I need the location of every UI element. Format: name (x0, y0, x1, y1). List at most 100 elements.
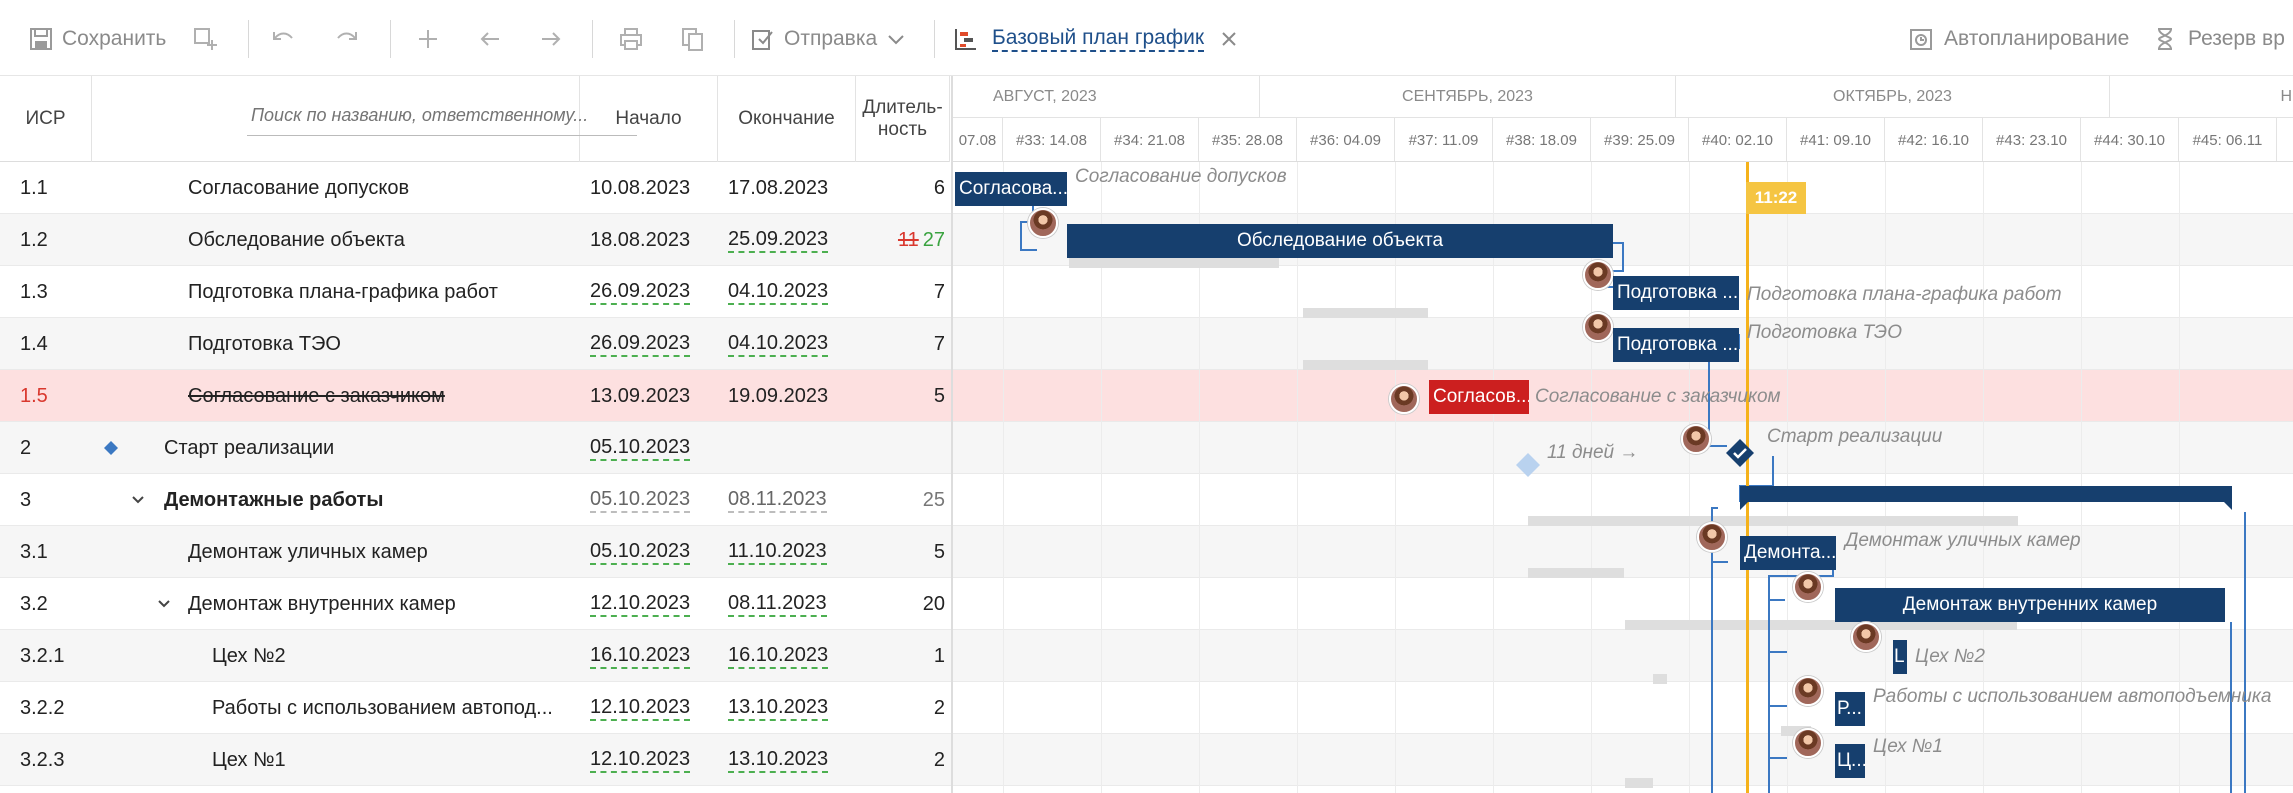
duration-cell[interactable]: 2 (855, 682, 945, 734)
end-date[interactable]: 08.11.2023 (728, 578, 853, 630)
end-date[interactable]: 16.10.2023 (728, 630, 853, 682)
duration-cell[interactable]: 7 (855, 266, 945, 318)
end-date-value: 04.10.2023 (728, 279, 829, 305)
start-date[interactable]: 05.10.2023 (590, 474, 715, 526)
task-bar-label: Цех №2 (1915, 646, 1985, 667)
avatar[interactable] (1793, 572, 1823, 602)
start-date[interactable]: 05.10.2023 (590, 422, 715, 474)
avatar[interactable] (1697, 522, 1727, 552)
task-name[interactable]: Обследование объекта (188, 214, 578, 266)
column-header-wbs[interactable]: ИСР (0, 76, 92, 162)
task-name[interactable]: Согласование с заказчиком (188, 370, 578, 422)
duration-cell[interactable]: 2 (855, 734, 945, 786)
task-bar[interactable]: Подготовка ... (1613, 276, 1739, 310)
send-dropdown[interactable]: Отправка (750, 22, 909, 56)
task-bar[interactable]: Согласова... (955, 172, 1067, 206)
end-date[interactable]: 11.10.2023 (728, 526, 853, 578)
end-date[interactable]: 04.10.2023 (728, 266, 853, 318)
task-name[interactable]: Цех №1 (212, 734, 578, 786)
task-name[interactable]: Работы с использованием автопод... (212, 682, 578, 734)
print-button[interactable] (618, 22, 644, 56)
end-date[interactable]: 13.10.2023 (728, 682, 853, 734)
task-bar[interactable]: Согласов... (1429, 380, 1529, 414)
reserve-button[interactable]: Резерв вр (2152, 22, 2285, 56)
outdent-button[interactable] (477, 22, 503, 56)
avatar[interactable] (1793, 676, 1823, 706)
avatar[interactable] (1681, 424, 1711, 454)
end-date[interactable]: 25.09.2023 (728, 214, 853, 266)
end-date[interactable]: 17.08.2023 (728, 162, 853, 214)
save-button[interactable]: Сохранить (28, 22, 166, 56)
avatar[interactable] (1793, 728, 1823, 758)
task-bar[interactable]: Подготовка ... (1613, 328, 1739, 362)
add-subtask-button[interactable] (192, 22, 218, 56)
end-date[interactable]: 08.11.2023 (728, 474, 853, 526)
task-bar-label: Согласование с заказчиком (1535, 386, 1781, 407)
autoplan-button[interactable]: Автопланирование (1908, 22, 2129, 56)
gantt-chart: 11:22 Согласова... Согласование допусков… (951, 162, 2293, 793)
task-name[interactable]: Цех №2 (212, 630, 578, 682)
chevron-down-icon[interactable] (156, 578, 180, 630)
avatar[interactable] (1389, 384, 1419, 414)
duration-cell[interactable] (855, 422, 945, 474)
task-name[interactable]: Демонтаж уличных камер (188, 526, 578, 578)
task-bar[interactable]: Р... (1835, 692, 1865, 726)
duration-cell[interactable]: 11 27 (855, 214, 945, 266)
avatar[interactable] (1583, 260, 1613, 290)
export-button[interactable] (680, 22, 706, 56)
duration-cell[interactable]: 5 (855, 526, 945, 578)
start-date[interactable]: 12.10.2023 (590, 682, 715, 734)
task-name[interactable]: Демонтажные работы (164, 474, 564, 526)
column-header-duration[interactable]: Длитель-ность (856, 76, 950, 162)
undo-button[interactable] (270, 22, 296, 56)
duration-cell[interactable]: 5 (855, 370, 945, 422)
column-header-start[interactable]: Начало (580, 76, 718, 162)
wbs-cell: 1.2 (20, 228, 48, 251)
duration-cell[interactable]: 25 (855, 474, 945, 526)
start-date[interactable]: 05.10.2023 (590, 526, 715, 578)
duration-cell[interactable]: 1 (855, 630, 945, 682)
task-name[interactable]: Демонтаж внутренних камер (188, 578, 578, 630)
end-date[interactable]: 13.10.2023 (728, 734, 853, 786)
indent-button[interactable] (538, 22, 564, 56)
task-name[interactable]: Согласование допусков (188, 162, 578, 214)
start-date[interactable]: 13.09.2023 (590, 370, 715, 422)
task-name[interactable]: Старт реализации (164, 422, 564, 474)
toolbar: Сохранить Отправка Базовый план график А… (0, 0, 2293, 76)
avatar[interactable] (1583, 312, 1613, 342)
task-bar[interactable]: L (1893, 640, 1907, 674)
duration-cell[interactable]: 20 (855, 578, 945, 630)
start-date[interactable]: 16.10.2023 (590, 630, 715, 682)
start-date[interactable]: 12.10.2023 (590, 578, 715, 630)
task-bar-label: Цех №1 (1873, 736, 1943, 757)
duration-cell[interactable]: 6 (855, 162, 945, 214)
start-date[interactable]: 18.08.2023 (590, 214, 715, 266)
task-name[interactable]: Подготовка плана-графика работ (188, 266, 578, 318)
search-input[interactable] (247, 96, 637, 136)
column-header-end[interactable]: Окончание (718, 76, 856, 162)
baseline-selector[interactable]: Базовый план график (952, 22, 1242, 56)
task-name[interactable]: Подготовка ТЭО (188, 318, 578, 370)
redo-button[interactable] (334, 22, 360, 56)
add-task-button[interactable] (415, 22, 441, 56)
start-date[interactable]: 26.09.2023 (590, 266, 715, 318)
start-date[interactable]: 12.10.2023 (590, 734, 715, 786)
duration-cell[interactable]: 7 (855, 318, 945, 370)
end-date[interactable] (728, 422, 853, 474)
start-date[interactable]: 10.08.2023 (590, 162, 715, 214)
baseline-link[interactable]: Базовый план график (992, 26, 1205, 52)
task-bar[interactable]: Демонтаж внутренних камер (1835, 588, 2225, 622)
task-bar[interactable]: Ц... (1835, 744, 1865, 778)
close-icon[interactable] (1216, 26, 1242, 52)
task-bar[interactable]: Демонта... (1740, 536, 1836, 570)
start-date[interactable]: 26.09.2023 (590, 318, 715, 370)
wbs-cell: 1.3 (20, 280, 48, 303)
milestone-icon[interactable] (1725, 438, 1755, 474)
task-bar[interactable]: Обследование объекта (1067, 224, 1613, 258)
avatar[interactable] (1851, 622, 1881, 652)
avatar[interactable] (1028, 208, 1058, 238)
chevron-down-icon[interactable] (130, 474, 154, 526)
end-date[interactable]: 04.10.2023 (728, 318, 853, 370)
end-date[interactable]: 19.09.2023 (728, 370, 853, 422)
autoplan-label: Автопланирование (1944, 27, 2130, 50)
